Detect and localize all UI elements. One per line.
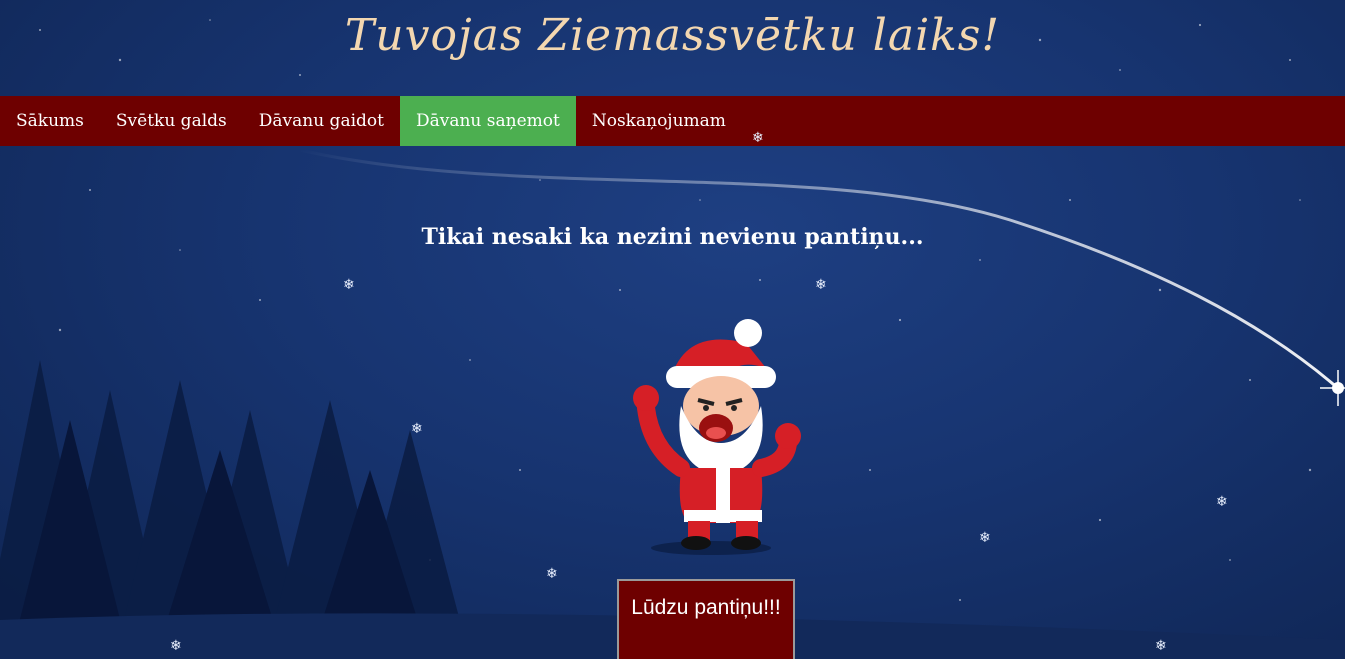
snowflake-icon: ❄	[1216, 494, 1228, 510]
nav-item-davanu-gaidot[interactable]: Dāvanu gaidot	[243, 96, 400, 146]
page-title: Tuvojas Ziemassvētku laiks!	[344, 10, 1001, 61]
nav-item-svetku-galds[interactable]: Svētku galds	[100, 96, 243, 146]
page-subtitle: Tikai nesaki ka nezini nevienu pantiņu..…	[421, 224, 924, 250]
snowflake-icon: ❄	[546, 566, 558, 582]
snowflake-icon: ❄	[815, 277, 827, 293]
nav-item-noskanojumam[interactable]: Noskaņojumam	[576, 96, 742, 146]
snowflake-icon: ❄	[752, 130, 764, 146]
snowflake-icon: ❄	[343, 277, 355, 293]
snowflake-icon: ❄	[1155, 638, 1167, 654]
nav-item-davanu-sanemot[interactable]: Dāvanu saņemot	[399, 96, 576, 146]
snowflake-icon: ❄	[411, 421, 423, 437]
nav-item-sakums[interactable]: Sākums	[0, 96, 100, 146]
main-navbar: Sākums Svētku galds Dāvanu gaidot Dāvanu…	[0, 96, 1345, 146]
santa-illustration	[633, 319, 801, 555]
snowflake-icon: ❄	[170, 638, 182, 654]
request-poem-button[interactable]: Lūdzu pantiņu!!!	[617, 579, 795, 659]
snowflake-icon: ❄	[979, 530, 991, 546]
